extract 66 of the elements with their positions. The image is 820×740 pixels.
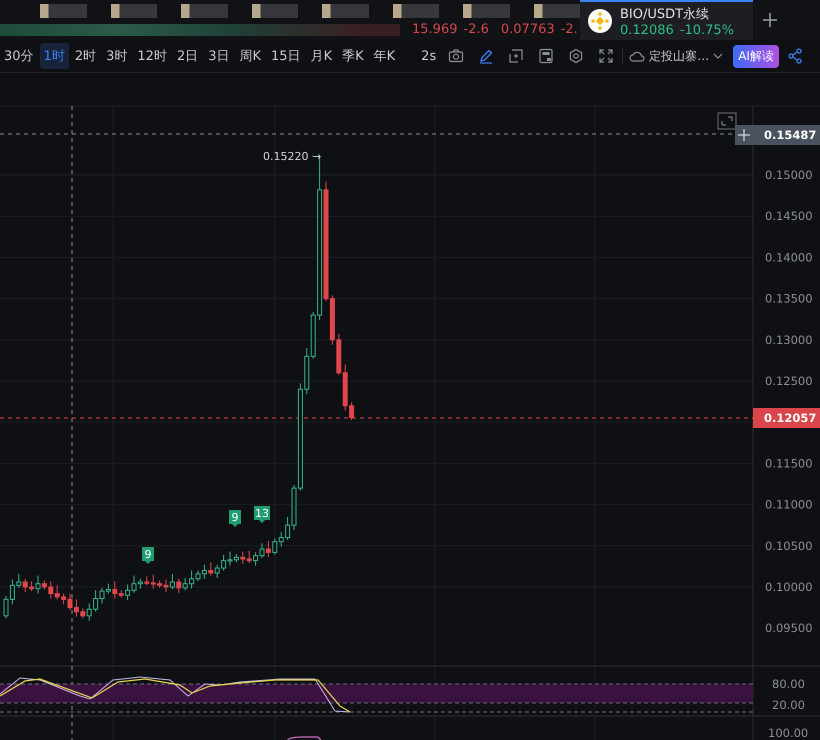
ai-button[interactable]: AI解读 xyxy=(733,44,779,68)
interval-tab[interactable]: 3时 xyxy=(102,43,132,69)
symbol-tab[interactable]: BIO/USDT永续 0.12086 -10.75% xyxy=(580,0,753,40)
price-tick: 0.14000 xyxy=(765,250,813,264)
pencil-icon[interactable] xyxy=(478,48,494,64)
price-tick: 0.14500 xyxy=(765,209,813,224)
price-tick: 0.13000 xyxy=(765,332,813,347)
interval-tab[interactable]: 2日 xyxy=(172,43,202,69)
signal-marker: 13 xyxy=(254,506,270,523)
chevron-down-icon xyxy=(713,53,724,59)
price-tick: 0.11000 xyxy=(765,498,813,512)
indicator-line xyxy=(286,736,322,740)
expand-icon[interactable] xyxy=(718,112,736,130)
plus-icon[interactable] xyxy=(737,128,751,142)
price-tick: 0.10000 xyxy=(765,580,813,594)
signal-marker: 9 xyxy=(229,510,241,527)
add-level-button[interactable] xyxy=(735,125,753,145)
ticker-change: -2.6 xyxy=(464,22,489,37)
interval-tab[interactable]: 周K xyxy=(236,43,266,69)
interval-tab[interactable]: 年K xyxy=(370,43,400,69)
last-price-tag: 0.12057 xyxy=(753,408,820,428)
blurred-ticker xyxy=(463,4,510,18)
symbol-price: 0.12086 xyxy=(620,22,674,38)
blurred-ticker xyxy=(252,4,298,18)
blurred-ticker xyxy=(110,4,157,18)
symbol-name: BIO/USDT永续 xyxy=(620,6,710,22)
fullscreen-icon[interactable] xyxy=(598,48,614,64)
interval-tab[interactable]: 季K xyxy=(338,43,368,69)
stochastic-tick: 80.00 xyxy=(772,677,805,691)
speed-button[interactable]: 2s xyxy=(417,44,440,68)
coin-logo-icon xyxy=(588,9,612,33)
signal-marker: 9 xyxy=(142,547,154,564)
add-window-icon[interactable] xyxy=(508,48,524,64)
blurred-ticker xyxy=(392,4,439,18)
price-tick: 0.12500 xyxy=(765,374,813,388)
interval-tab[interactable]: 30分 xyxy=(0,43,38,69)
interval-tab[interactable]: 2时 xyxy=(70,43,100,69)
strategy-dropdown[interactable]: 定投山寨… xyxy=(625,48,728,64)
price-tick: 0.11500 xyxy=(765,456,813,470)
peak-price-label: 0.15220 → xyxy=(263,150,322,163)
interval-tab[interactable]: 1时 xyxy=(40,43,69,69)
ticker-price: 0.07763 xyxy=(500,22,555,37)
interval-tab[interactable]: 12时 xyxy=(133,43,171,69)
price-tick: 0.13500 xyxy=(765,292,813,306)
ticker-price: 15.969 xyxy=(412,22,458,37)
add-tab-icon[interactable] xyxy=(763,13,777,27)
crosshair-price-tag: 0.15487 xyxy=(753,125,820,145)
ticker-change: -2. xyxy=(560,22,578,37)
settings-icon[interactable] xyxy=(568,48,584,64)
price-tick: 0.15000 xyxy=(765,168,813,182)
interval-tab[interactable]: 3日 xyxy=(204,43,234,69)
calculator-icon[interactable] xyxy=(538,48,554,64)
camera-icon[interactable] xyxy=(448,48,464,64)
stochastic-tick: 20.00 xyxy=(772,698,805,712)
share-icon[interactable] xyxy=(786,48,803,64)
symbol-change: -10.75% xyxy=(680,22,734,38)
interval-tab[interactable]: 月K xyxy=(306,43,336,69)
blurred-ticker xyxy=(322,4,368,18)
interval-tab[interactable]: 15日 xyxy=(267,43,305,69)
cloud-icon xyxy=(629,50,646,62)
blurred-ticker xyxy=(534,4,580,18)
price-tick: 0.09500 xyxy=(765,621,813,636)
indicator-tick: 100.00 xyxy=(768,726,808,740)
blurred-ticker xyxy=(181,4,228,18)
price-tick: 0.10500 xyxy=(765,538,813,553)
blurred-ticker xyxy=(40,4,86,18)
